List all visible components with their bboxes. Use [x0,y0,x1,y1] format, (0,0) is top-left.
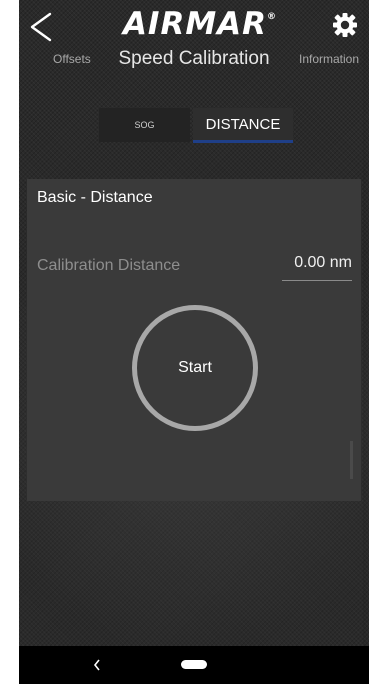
calibration-distance-label: Calibration Distance [37,257,181,274]
card-scrollbar[interactable] [350,441,353,479]
tab-sog[interactable]: SOG [99,108,190,142]
registered-mark: ® [267,12,278,22]
system-nav-bar [19,646,369,684]
calibration-card: Basic - Distance Calibration Distance 0.… [27,179,361,501]
home-pill-icon[interactable] [181,660,207,669]
gear-icon [333,13,357,37]
app-screen: AIRMAR® Offsets Speed Calibration Inform… [19,0,369,684]
edge-shadow [363,0,369,684]
airmar-logo: AIRMAR® [122,6,278,42]
start-button-label: Start [178,359,212,376]
back-button[interactable] [25,10,57,44]
settings-button[interactable] [330,10,360,40]
tab-distance[interactable]: DISTANCE [193,108,293,143]
back-chevron-icon [93,659,100,671]
nav-information-link[interactable]: Information [299,52,359,66]
card-title: Basic - Distance [37,189,153,206]
system-back-button[interactable] [89,656,105,674]
chevron-left-icon [30,12,52,42]
calibration-distance-input[interactable]: 0.00 nm [282,254,352,281]
start-button[interactable]: Start [132,305,258,431]
